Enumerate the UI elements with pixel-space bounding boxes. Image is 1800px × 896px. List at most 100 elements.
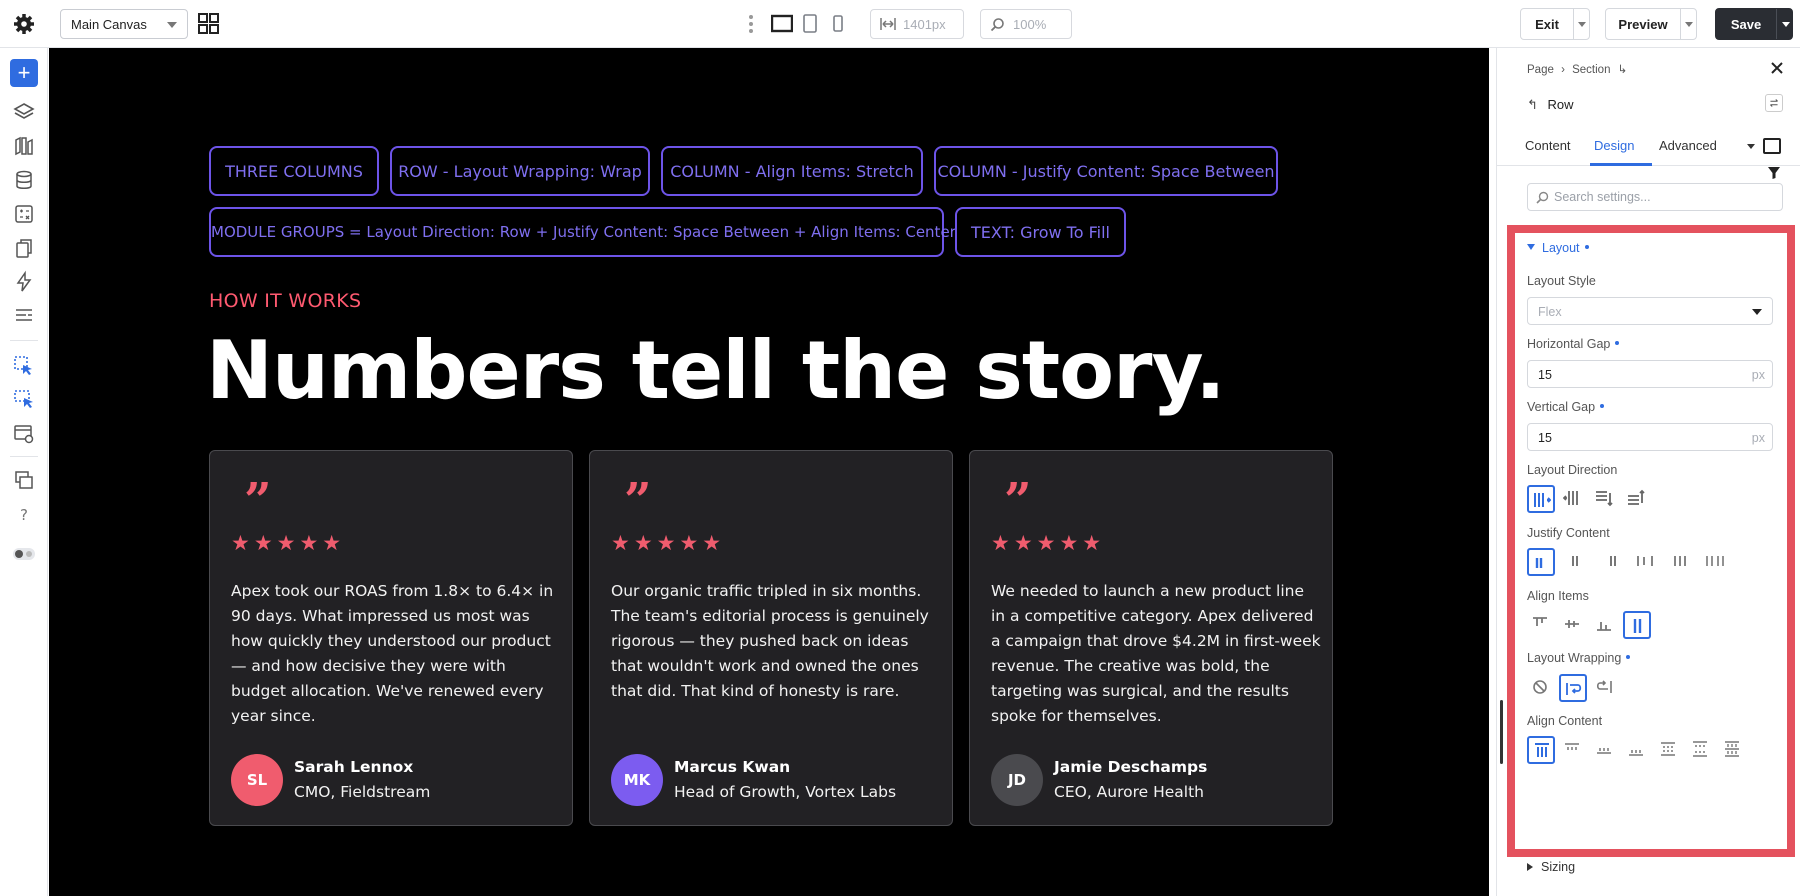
breadcrumb-separator: › bbox=[1561, 64, 1565, 76]
preview-split bbox=[1680, 9, 1681, 39]
breadcrumb-child-icon: ↳ bbox=[1617, 64, 1628, 76]
annotation-tag: COLUMN - Justify Content: Space Between bbox=[934, 146, 1278, 196]
breadcrumb-section[interactable]: Section bbox=[1572, 64, 1610, 76]
testimonial-card[interactable]: ” ★★★★★ We needed to launch a new produc… bbox=[969, 450, 1333, 826]
theme-builder-icon[interactable] bbox=[12, 422, 36, 446]
design-library-icon[interactable] bbox=[12, 134, 36, 158]
tab-advanced[interactable]: Advanced bbox=[1659, 138, 1717, 153]
element-title-label: Row bbox=[1547, 97, 1574, 112]
grid-layout-icon[interactable] bbox=[198, 13, 219, 34]
testimonial-card[interactable]: ” ★★★★★ Our organic traffic tripled in s… bbox=[589, 450, 953, 826]
save-split bbox=[1776, 9, 1777, 39]
lightning-icon[interactable] bbox=[12, 270, 36, 294]
tab-design[interactable]: Design bbox=[1594, 138, 1634, 153]
sizing-group-header[interactable]: Sizing bbox=[1527, 860, 1575, 874]
annotation-tag: ROW - Layout Wrapping: Wrap bbox=[390, 146, 650, 196]
select-pointer-icon[interactable] bbox=[12, 354, 36, 378]
multi-select-icon[interactable] bbox=[12, 388, 36, 412]
breadcrumb: Page › Section ↳ bbox=[1527, 62, 1631, 76]
preview-label: Preview bbox=[1618, 17, 1668, 32]
save-chevron-down-icon[interactable] bbox=[1782, 22, 1790, 27]
annotation-tag: THREE COLUMNS bbox=[209, 146, 379, 196]
tabs-more-chevron-icon[interactable] bbox=[1747, 144, 1755, 149]
rail-divider-2 bbox=[10, 456, 38, 457]
svg-text:?: ? bbox=[20, 506, 28, 524]
zoom-field[interactable]: 100% bbox=[980, 9, 1072, 39]
expand-triangle-icon bbox=[1527, 863, 1533, 871]
add-element-button[interactable]: + bbox=[10, 59, 38, 87]
author-role: CEO, Aurore Health bbox=[1054, 783, 1205, 801]
canvas-width-field[interactable]: 1401px bbox=[870, 9, 964, 39]
desktop-view-icon[interactable] bbox=[771, 14, 793, 34]
author-name: Sarah Lennox bbox=[294, 758, 414, 776]
list-settings-icon[interactable] bbox=[12, 304, 36, 328]
author-role: Head of Growth, Vortex Labs bbox=[674, 783, 897, 801]
calculator-icon[interactable] bbox=[12, 202, 36, 226]
quote-icon: ” bbox=[1004, 473, 1032, 529]
save-button[interactable]: Save bbox=[1715, 8, 1793, 40]
exit-label: Exit bbox=[1535, 17, 1559, 32]
tablet-view-icon[interactable] bbox=[799, 14, 821, 34]
author-name: Jamie Deschamps bbox=[1054, 758, 1208, 776]
sizing-group-title: Sizing bbox=[1541, 860, 1576, 874]
author-name: Marcus Kwan bbox=[674, 758, 791, 776]
rail-divider bbox=[10, 340, 38, 341]
settings-gear-icon[interactable] bbox=[12, 12, 36, 36]
star-rating: ★★★★★ bbox=[991, 532, 1106, 555]
avatar: MK bbox=[611, 754, 663, 806]
section-eyebrow: HOW IT WORKS bbox=[209, 290, 362, 312]
swap-icon[interactable] bbox=[1765, 94, 1783, 112]
panel-resize-handle[interactable] bbox=[1500, 700, 1503, 764]
testimonial-text: Apex took our ROAS from 1.8× to 6.4× in … bbox=[231, 582, 554, 725]
pages-icon[interactable] bbox=[12, 236, 36, 260]
search-placeholder: Search settings... bbox=[1554, 190, 1651, 204]
width-arrows-icon bbox=[880, 18, 896, 30]
preview-chevron-down-icon[interactable] bbox=[1685, 22, 1693, 27]
help-icon[interactable]: ? bbox=[12, 502, 36, 526]
save-label: Save bbox=[1730, 17, 1762, 32]
top-toolbar: Main Canvas 1401px 100% Exit Preview Sav… bbox=[0, 0, 1800, 48]
element-title: ↰ Row bbox=[1527, 97, 1574, 113]
exit-split bbox=[1573, 9, 1574, 39]
quote-icon: ” bbox=[244, 473, 272, 529]
layout-group-highlight bbox=[1507, 225, 1795, 857]
testimonial-card[interactable]: ” ★★★★★ Apex took our ROAS from 1.8× to … bbox=[209, 450, 573, 826]
testimonial-text: We needed to launch a new product line i… bbox=[991, 582, 1321, 725]
exit-button[interactable]: Exit bbox=[1520, 8, 1590, 40]
main-canvas[interactable]: THREE COLUMNS ROW - Layout Wrapping: Wra… bbox=[49, 48, 1489, 896]
panel-tabs: Content Design Advanced bbox=[1497, 130, 1800, 166]
annotation-tag: COLUMN - Align Items: Stretch bbox=[661, 146, 923, 196]
phone-view-icon[interactable] bbox=[827, 14, 849, 34]
annotation-tag: MODULE GROUPS = Layout Direction: Row + … bbox=[209, 207, 956, 257]
breadcrumb-page[interactable]: Page bbox=[1527, 64, 1554, 76]
portability-icon[interactable] bbox=[12, 468, 36, 492]
avatar: SL bbox=[231, 754, 283, 806]
close-icon[interactable] bbox=[1769, 60, 1785, 76]
star-rating: ★★★★★ bbox=[231, 532, 346, 555]
layers-icon[interactable] bbox=[12, 100, 36, 124]
exit-chevron-down-icon[interactable] bbox=[1578, 22, 1586, 27]
preset-box-icon[interactable] bbox=[1763, 138, 1781, 154]
search-settings-input[interactable]: Search settings... bbox=[1527, 183, 1783, 211]
chevron-down-icon bbox=[167, 22, 177, 28]
canvas-select-value: Main Canvas bbox=[71, 17, 147, 32]
canvas-width-value: 1401px bbox=[903, 17, 946, 32]
theme-toggle-icon[interactable] bbox=[12, 542, 36, 566]
quote-icon: ” bbox=[624, 473, 652, 529]
zoom-icon bbox=[990, 18, 1004, 32]
testimonial-text: Our organic traffic tripled in six month… bbox=[611, 582, 929, 700]
annotation-tag: TEXT: Grow To Fill bbox=[955, 207, 1126, 257]
database-icon[interactable] bbox=[12, 168, 36, 192]
author-role: CMO, Fieldstream bbox=[294, 783, 431, 801]
tab-content[interactable]: Content bbox=[1525, 138, 1571, 153]
preview-button[interactable]: Preview bbox=[1605, 8, 1697, 40]
back-arrow-icon[interactable]: ↰ bbox=[1527, 97, 1538, 112]
filter-icon[interactable] bbox=[1767, 166, 1781, 180]
section-headline: Numbers tell the story. bbox=[206, 324, 1226, 417]
avatar: JD bbox=[991, 754, 1043, 806]
more-vertical-icon[interactable] bbox=[748, 14, 754, 34]
canvas-select[interactable]: Main Canvas bbox=[60, 9, 188, 39]
star-rating: ★★★★★ bbox=[611, 532, 726, 555]
zoom-value: 100% bbox=[1013, 17, 1047, 32]
active-tab-indicator bbox=[1590, 163, 1652, 166]
